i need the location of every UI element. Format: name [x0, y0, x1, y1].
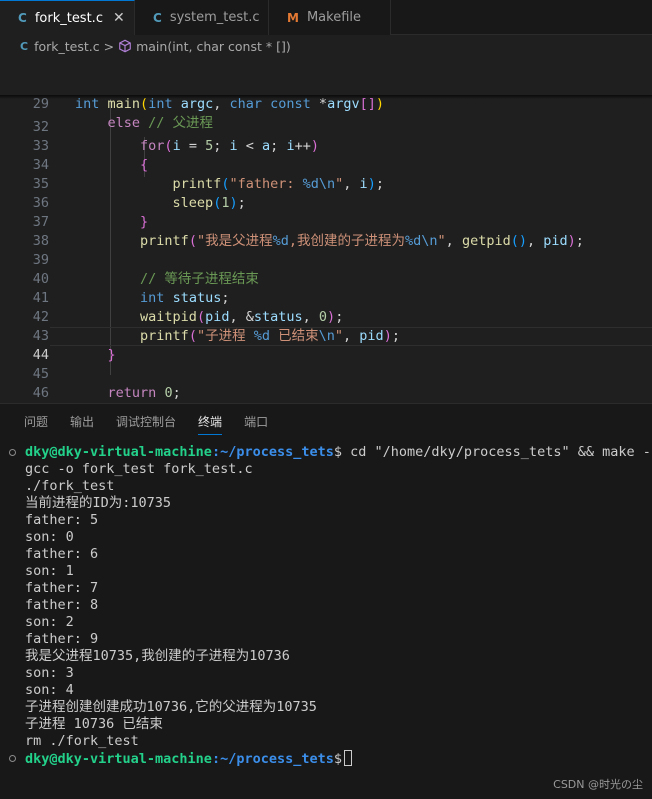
terminal-output-line: father: 9 — [25, 631, 99, 647]
symbol-method-icon — [119, 39, 131, 53]
tab-fork-test-c[interactable]: C fork_test.c ✕ — [0, 0, 135, 35]
code-line: 41 waitpid(pid, &status, 0); — [32, 290, 344, 325]
prompt-user: dky@dky-virtual-machine — [25, 751, 212, 767]
code-line: 42 printf("子进程 %d 已结束\n", pid); — [32, 309, 400, 344]
terminal-output-line: 子进程 10736 已结束 — [25, 716, 163, 732]
code-line: 43 } — [32, 328, 116, 363]
terminal-output-line: father: 8 — [25, 597, 99, 613]
tab-system-test-c[interactable]: C system_test.c — [135, 0, 269, 35]
tab-makefile[interactable]: M Makefile — [269, 0, 391, 35]
terminal-output-line: 子进程创建创建成功10736,它的父进程为10735 — [25, 699, 317, 715]
command-decoration-icon[interactable] — [9, 755, 16, 762]
code-line: 47 — [0, 384, 652, 420]
terminal-output-line: 我是父进程10735,我创建的子进程为10736 — [25, 648, 290, 664]
watermark: CSDN @时光の尘 — [553, 778, 643, 791]
terminal-output-line: gcc -o fork_test fork_test.c — [25, 461, 253, 477]
code-line-current: 44 — [32, 347, 49, 363]
c-file-icon: C — [18, 11, 27, 25]
command-decoration-icon[interactable] — [9, 449, 16, 456]
tab-problems[interactable]: 问题 — [24, 404, 48, 440]
breadcrumb-file[interactable]: fork_test.c — [34, 39, 100, 54]
code-line: 34 printf("father: %d\n", i); — [32, 157, 384, 192]
terminal-output-line: father: 6 — [25, 546, 99, 562]
makefile-icon: M — [287, 10, 299, 25]
terminal-output-line: son: 1 — [25, 563, 74, 579]
terminal-output-line: father: 7 — [25, 580, 99, 596]
terminal-output-line: son: 2 — [25, 614, 74, 630]
code-line: 35 sleep(1); — [32, 176, 246, 211]
terminal-output-line: father: 5 — [25, 512, 99, 528]
panel-tab-bar: 问题 输出 调试控制台 终端 端口 — [0, 404, 652, 440]
code-editor[interactable]: 7 int main(int argc, char const *argv[])… — [0, 57, 652, 420]
code-line: 40 int status; — [32, 271, 230, 306]
terminal-output-line: rm ./fork_test — [25, 733, 139, 749]
close-icon[interactable]: ✕ — [113, 10, 125, 26]
prompt-user: dky@dky-virtual-machine — [25, 444, 212, 460]
terminal-command-line: dky@dky-virtual-machine:~/process_tets$ … — [25, 444, 652, 461]
code-line: 33 { — [32, 138, 149, 173]
chevron-right-icon: > — [103, 38, 115, 54]
c-file-icon: C — [153, 10, 162, 25]
prompt-path: :~/process_tets — [211, 444, 334, 460]
terminal-output-line: son: 0 — [25, 529, 74, 545]
code-line: 29 else // 父进程 — [0, 76, 652, 131]
tab-label: system_test.c — [169, 10, 260, 25]
code-line: 36 } — [32, 195, 149, 230]
tab-label: Makefile — [306, 10, 361, 25]
terminal-command: cd "/home/dky/process_tets" && make -f — [342, 444, 652, 460]
prompt-sign: $ — [333, 444, 342, 460]
prompt-path: :~/process_tets — [211, 751, 334, 767]
code-line: 7 int main(int argc, char const *argv[]) — [0, 57, 652, 112]
terminal-output-line: ./fork_test — [25, 478, 115, 494]
tab-ports[interactable]: 端口 — [244, 404, 268, 440]
terminal-cursor — [344, 750, 352, 766]
tab-terminal[interactable]: 终端 — [198, 404, 223, 440]
editor-tab-bar: C fork_test.c ✕ C system_test.c M Makefi… — [0, 0, 652, 35]
code-line: 38 — [32, 233, 49, 249]
prompt-sign: $ — [333, 751, 342, 767]
terminal[interactable]: dky@dky-virtual-machine:~/process_tets$ … — [0, 444, 652, 767]
tab-output[interactable]: 输出 — [70, 404, 94, 440]
tab-label: fork_test.c — [34, 10, 103, 26]
terminal-output-line: 当前进程的ID为:10735 — [25, 495, 172, 511]
code-line: 46 } — [32, 385, 83, 420]
c-file-icon: C — [20, 39, 29, 53]
tab-debug-console[interactable]: 调试控制台 — [116, 404, 176, 440]
breadcrumb-symbol[interactable]: main(int, char const * []) — [136, 39, 291, 54]
code-line: 39 // 等待子进程结束 — [32, 252, 259, 287]
code-line: 45 return 0; — [32, 366, 181, 401]
terminal-output-line: son: 3 — [25, 665, 74, 681]
terminal-output-line: son: 4 — [25, 682, 74, 698]
bottom-panel: 问题 输出 调试控制台 终端 端口 dky@dky-virtual-machin… — [0, 403, 652, 799]
code-line: 37 printf("我是父进程%d,我创建的子进程为%d\n", getpid… — [32, 214, 584, 249]
terminal-prompt-line[interactable]: dky@dky-virtual-machine:~/process_tets$ — [25, 750, 352, 767]
breadcrumb: C fork_test.c > main(int, char const * [… — [0, 35, 652, 57]
code-line: 32 for(i = 5; i < a; i++) — [32, 119, 319, 154]
